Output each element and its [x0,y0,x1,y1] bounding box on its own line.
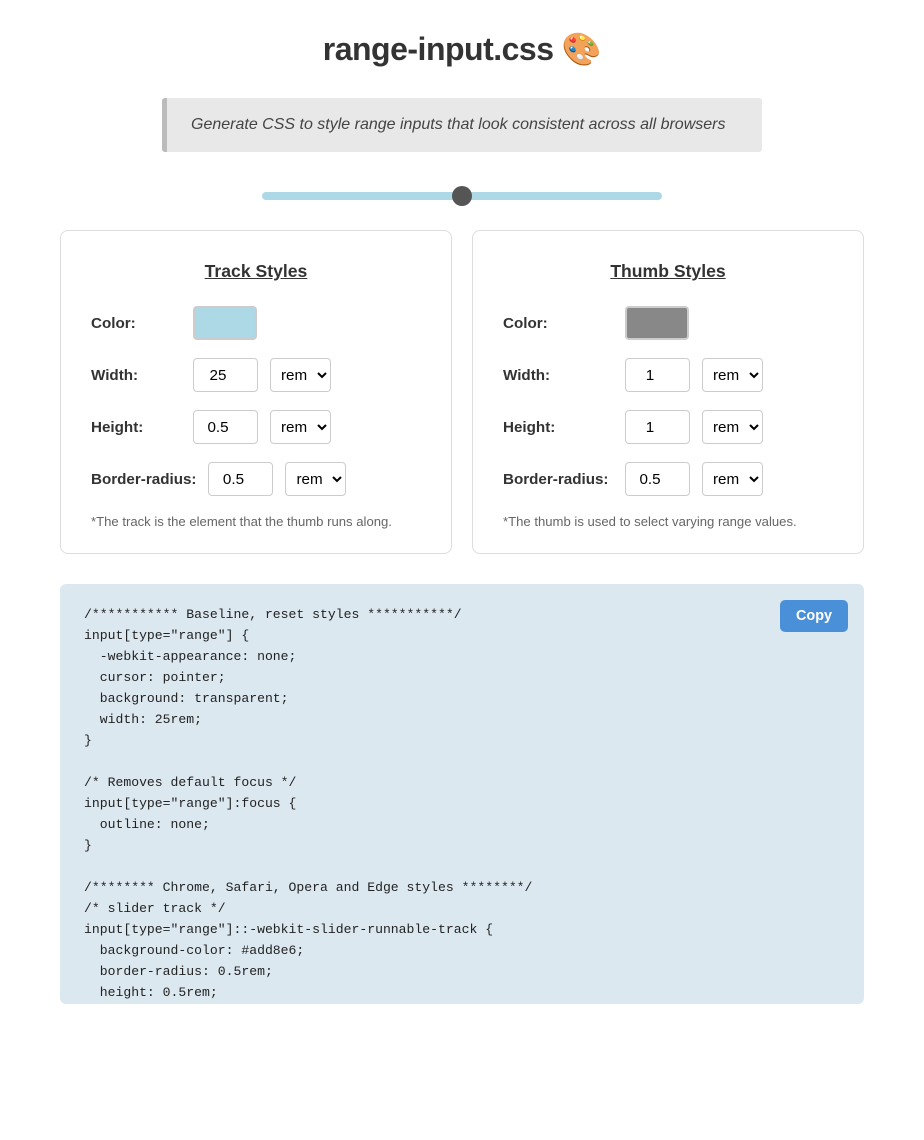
thumb-height-unit[interactable]: rempxem% [702,410,763,444]
thumb-color-label: Color: [503,315,613,332]
thumb-border-radius-input[interactable] [625,462,690,496]
thumb-border-radius-row: Border-radius: rempxem% [503,462,833,496]
thumb-border-radius-unit[interactable]: rempxem% [702,462,763,496]
copy-button[interactable]: Copy [780,600,848,632]
code-block: /*********** Baseline, reset styles ****… [84,604,840,1004]
thumb-height-row: Height: rempxem% [503,410,833,444]
thumb-height-input[interactable] [625,410,690,444]
thumb-height-label: Height: [503,419,613,436]
thumb-width-input[interactable] [625,358,690,392]
track-height-unit[interactable]: rempxem% [270,410,331,444]
preview-slider[interactable] [262,192,662,200]
track-border-radius-input[interactable] [208,462,273,496]
banner: Generate CSS to style range inputs that … [162,98,762,152]
track-card-title: Track Styles [91,261,421,282]
track-border-radius-row: Border-radius: rempxem% [91,462,421,496]
cards-row: Track Styles Color: Width: rempxem% Heig… [0,230,924,554]
track-color-row: Color: [91,306,421,340]
thumb-card-title: Thumb Styles [503,261,833,282]
page-title: range-input.css 🎨 [20,30,904,68]
code-section: Copy /*********** Baseline, reset styles… [60,584,864,1004]
track-border-radius-unit[interactable]: rempxem% [285,462,346,496]
track-border-radius-label: Border-radius: [91,471,196,488]
track-color-swatch[interactable] [193,306,257,340]
thumb-color-swatch[interactable] [625,306,689,340]
track-width-input[interactable] [193,358,258,392]
track-height-input[interactable] [193,410,258,444]
track-card-note: *The track is the element that the thumb… [91,514,421,529]
thumb-border-radius-label: Border-radius: [503,471,613,488]
track-color-label: Color: [91,315,181,332]
banner-text: Generate CSS to style range inputs that … [191,116,738,134]
thumb-width-row: Width: rempxem% [503,358,833,392]
track-width-row: Width: rempxem% [91,358,421,392]
thumb-width-unit[interactable]: rempxem% [702,358,763,392]
thumb-color-row: Color: [503,306,833,340]
thumb-width-label: Width: [503,367,613,384]
track-width-unit[interactable]: rempxem% [270,358,331,392]
track-height-label: Height: [91,419,181,436]
track-height-row: Height: rempxem% [91,410,421,444]
thumb-styles-card: Thumb Styles Color: Width: rempxem% Heig… [472,230,864,554]
track-width-label: Width: [91,367,181,384]
page-header: range-input.css 🎨 [0,0,924,88]
slider-preview [0,172,924,230]
track-styles-card: Track Styles Color: Width: rempxem% Heig… [60,230,452,554]
thumb-card-note: *The thumb is used to select varying ran… [503,514,833,529]
